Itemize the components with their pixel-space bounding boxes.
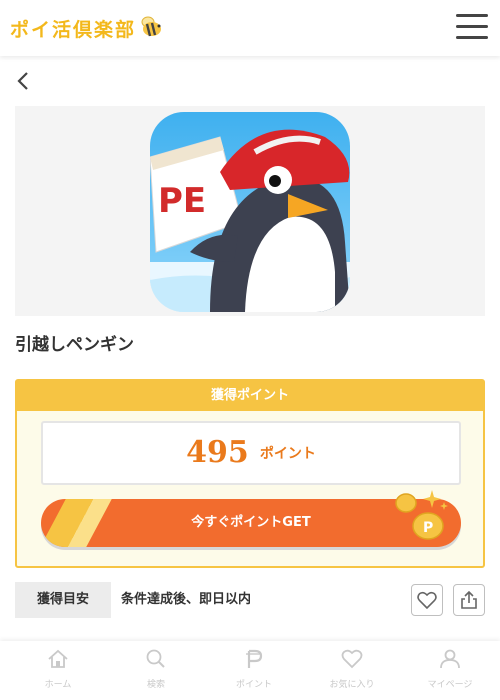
points-header-label: 獲得ポイント [17,381,483,411]
logo-text: ポイ活倶楽部 [10,18,137,41]
heart-icon [341,649,363,669]
share-button[interactable] [453,584,485,616]
home-icon [48,649,68,668]
nav-mypage-label: マイページ [427,680,473,690]
hamburger-line [456,25,488,28]
coins-icon: P [392,488,450,544]
hamburger-line [456,36,488,39]
app-hero-banner: PE [15,106,485,316]
heart-icon [417,591,437,609]
search-icon [146,649,165,668]
back-button[interactable] [14,70,34,92]
point-icon [246,649,263,668]
app-icon-text: PE [158,181,206,221]
bottom-navigation: ホーム 検索 ポイント お気に入り マイページ [0,641,500,700]
bee-icon [138,14,164,42]
nav-home-label: ホーム [44,680,72,690]
share-icon [461,590,477,609]
nav-search[interactable]: 検索 [108,641,204,700]
earning-estimate-row: 獲得目安 条件達成後、即日以内 [15,582,485,618]
chevron-left-icon [17,72,28,90]
nav-favorites-label: お気に入り [329,680,375,690]
nav-home[interactable]: ホーム [10,641,106,700]
nav-favorites[interactable]: お気に入り [304,641,400,700]
nav-points-label: ポイント [235,680,272,690]
nav-search-label: 検索 [146,680,165,690]
favorite-button[interactable] [411,584,443,616]
site-logo[interactable]: ポイ活倶楽部 [10,14,164,42]
points-unit: ポイント [259,446,316,462]
user-icon [440,649,460,669]
site-header: ポイ活倶楽部 [0,0,500,56]
estimate-text: 条件達成後、即日以内 [121,592,252,607]
nav-points[interactable]: ポイント [206,641,302,700]
nav-mypage[interactable]: マイページ [402,641,498,700]
hamburger-menu-button[interactable] [456,14,488,40]
hamburger-icon [456,14,488,17]
app-title: 引越しペンギン [15,335,134,355]
svg-text:P: P [423,520,433,536]
points-value: 495 [186,435,249,470]
estimate-tag: 獲得目安 [15,582,111,618]
app-icon-image: PE [150,112,350,312]
points-value-box: 495 ポイント [41,421,461,485]
